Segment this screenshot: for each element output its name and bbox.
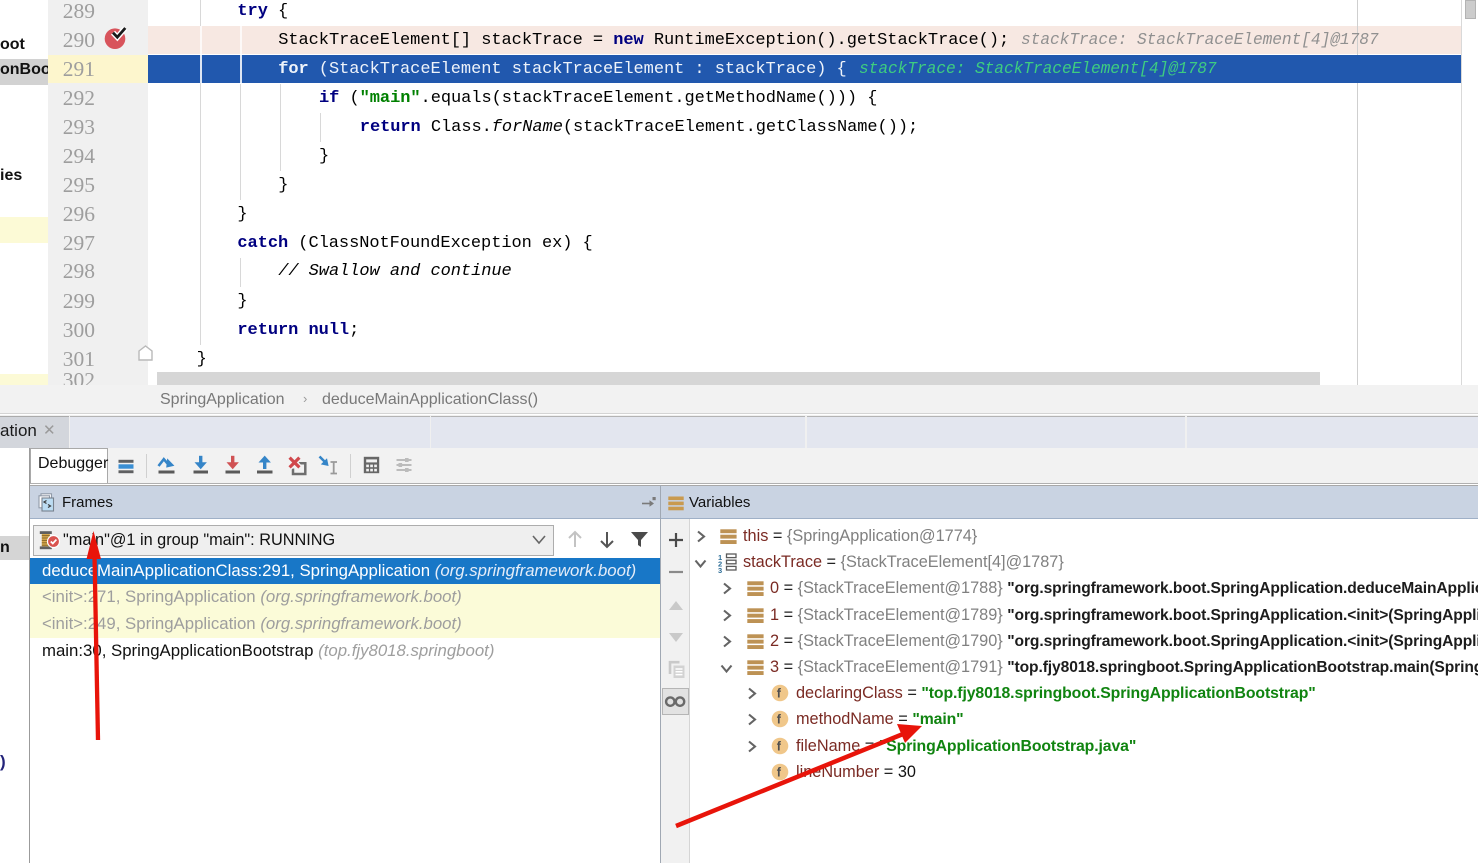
svg-text:3: 3 xyxy=(718,566,722,574)
